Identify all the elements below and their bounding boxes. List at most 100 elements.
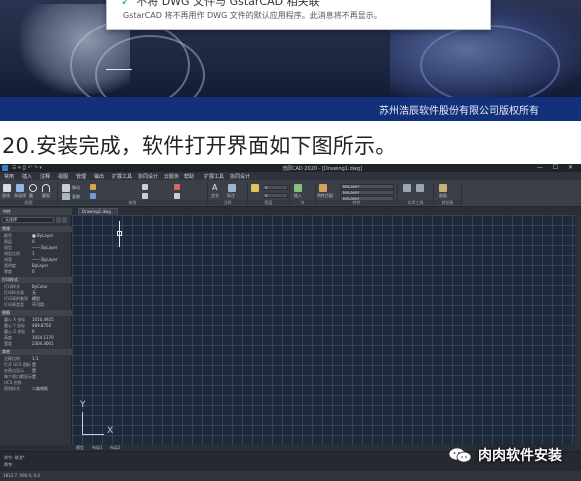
color-dropdown[interactable]: ByLayer xyxy=(340,184,394,189)
app-logo-icon[interactable] xyxy=(2,165,8,171)
menu-item[interactable]: 注释 xyxy=(40,173,50,180)
menu-item[interactable]: 扩展工具 xyxy=(204,173,224,180)
coordinate-readout: 1812.7, 990.0, 0.0 xyxy=(3,473,40,478)
paste-icon[interactable] xyxy=(439,184,447,192)
property-row[interactable]: 打开 UCS 图标是 xyxy=(0,362,72,367)
move-tool-icon[interactable] xyxy=(62,184,70,192)
rotate-tool-icon[interactable] xyxy=(90,184,96,190)
document-tab[interactable]: Drawing1.dwg xyxy=(78,208,118,215)
section-view[interactable]: 视图 xyxy=(0,310,72,316)
quick-select-icon[interactable] xyxy=(56,217,61,223)
mirror-tool-icon[interactable] xyxy=(90,193,96,199)
property-row[interactable]: 打印表附着到 模型 xyxy=(0,296,72,301)
tool-label: 特性匹配 xyxy=(317,193,333,198)
check-icon: ✓ xyxy=(121,0,131,8)
property-key: 线型 xyxy=(4,245,12,250)
property-key: 图层 xyxy=(4,239,12,244)
drawing-canvas[interactable] xyxy=(72,215,575,445)
menu-item[interactable]: 云服务 xyxy=(164,173,179,180)
dimension-tool-icon[interactable] xyxy=(228,184,236,192)
calculator-icon[interactable] xyxy=(416,184,424,192)
property-row[interactable]: 打印样式 ByColor xyxy=(0,284,72,289)
ucs-y-axis-icon xyxy=(82,412,83,434)
ribbon-group-utilities: 实用工具 xyxy=(398,182,434,205)
property-key: 线型比例 xyxy=(4,251,20,256)
menu-item[interactable]: 扩展工具 xyxy=(112,173,132,180)
vertical-scrollbar[interactable] xyxy=(575,215,581,445)
menu-item[interactable]: 插入 xyxy=(22,173,32,180)
property-row[interactable]: 视觉样式 二维线框 xyxy=(0,386,72,391)
property-value: 1010.4925 xyxy=(32,317,54,322)
property-row[interactable]: 线型 —— ByLayer xyxy=(0,245,72,250)
menu-item[interactable]: 视图 xyxy=(58,173,68,180)
quick-access-toolbar[interactable]: ☰ ▾ ⎙ ↶ ↷ ▾ xyxy=(12,165,42,171)
select-objects-icon[interactable] xyxy=(62,217,67,223)
trim-tool-icon[interactable] xyxy=(142,184,148,190)
property-key: 圆心 Y 坐标 xyxy=(4,323,25,328)
tool-label: 移动 xyxy=(72,185,80,190)
property-value: 1 xyxy=(32,251,35,256)
layer-properties-icon[interactable] xyxy=(251,184,259,192)
property-value: ■ ByLayer xyxy=(32,233,54,238)
line-tool-icon[interactable] xyxy=(3,184,11,192)
property-row[interactable]: 圆心 Y 坐标 489.8750 xyxy=(0,323,72,328)
tool-label: 圆弧 xyxy=(42,193,50,198)
property-row[interactable]: 颜色 ■ ByLayer xyxy=(0,233,72,238)
menu-item[interactable]: 管理 xyxy=(76,173,86,180)
option-not-associate[interactable]: ✓ 不将 DWG 文件与 GstarCAD 相关联 xyxy=(121,0,320,9)
property-row[interactable]: 透明度 ByLayer xyxy=(0,263,72,268)
arc-tool-icon[interactable] xyxy=(42,184,50,192)
tool-label: 圆 xyxy=(29,193,33,198)
selection-dropdown[interactable]: 无选择 xyxy=(2,217,54,223)
polyline-tool-icon[interactable] xyxy=(16,184,24,192)
circle-tool-icon[interactable] xyxy=(29,184,37,192)
property-row[interactable]: 高度 1024.1170 xyxy=(0,335,72,340)
match-properties-icon[interactable] xyxy=(319,184,327,192)
property-key: 打印表类型 xyxy=(4,302,24,307)
menu-item[interactable]: 协同设计 xyxy=(230,173,250,180)
command-prompt[interactable]: 命令: xyxy=(4,462,13,468)
property-key: 视觉样式 xyxy=(4,386,20,391)
property-row[interactable]: 线型比例 1 xyxy=(0,251,72,256)
menu-item[interactable]: 常用 xyxy=(4,173,14,180)
property-key: 打开 UCS 图标 xyxy=(4,362,31,367)
menu-item[interactable]: 帮助 xyxy=(184,173,194,180)
property-key: 打印样式 xyxy=(4,284,20,289)
property-row[interactable]: 在原点显示 是 xyxy=(0,368,72,373)
document-tab-strip: Drawing1.dwg xyxy=(72,208,581,215)
property-row[interactable]: 打印表类型 不可用 xyxy=(0,302,72,307)
property-row[interactable]: 注释比例 1:1 xyxy=(0,356,72,361)
property-value: —— ByLayer xyxy=(32,245,58,250)
explode-tool-icon[interactable] xyxy=(174,193,180,199)
property-row[interactable]: UCS 名称 xyxy=(0,380,72,385)
erase-tool-icon[interactable] xyxy=(174,184,180,190)
window-controls[interactable]: — ☐ ✕ xyxy=(537,164,577,171)
watermark-text: 肉肉软件安装 xyxy=(478,448,562,464)
property-row[interactable]: 厚度 0 xyxy=(0,269,72,274)
layer-dropdown[interactable]: 0 xyxy=(262,185,288,190)
property-row[interactable]: 线宽 —— ByLayer xyxy=(0,257,72,262)
insert-block-icon[interactable] xyxy=(294,184,302,192)
dialog-option-description: GstarCAD 将不再用作 DWG 文件的默认应用程序。此消息将不再显示。 xyxy=(123,11,382,20)
text-tool-icon[interactable]: A xyxy=(212,184,220,192)
property-value: 0 xyxy=(32,239,35,244)
section-plot-style[interactable]: 打印样式 xyxy=(0,277,72,283)
property-value: 是 xyxy=(32,374,36,379)
property-row[interactable]: 每个视口都显示是 xyxy=(0,374,72,379)
section-misc[interactable]: 其他 xyxy=(0,349,72,355)
property-row[interactable]: 宽度 2304.3001 xyxy=(0,341,72,346)
menu-item[interactable]: 协同设计 xyxy=(138,173,158,180)
property-row[interactable]: 图层 0 xyxy=(0,239,72,244)
ucs-x-label: X xyxy=(107,426,114,436)
measure-tool-icon[interactable] xyxy=(403,184,411,192)
property-value: ByColor xyxy=(32,284,48,289)
property-row[interactable]: 打印样式表 无 xyxy=(0,290,72,295)
property-row[interactable]: 圆心 X 坐标 1010.4925 xyxy=(0,317,72,322)
menu-item[interactable]: 输出 xyxy=(94,173,104,180)
section-general[interactable]: 常规 xyxy=(0,226,72,232)
property-row[interactable]: 圆心 Z 坐标 0 xyxy=(0,329,72,334)
extend-tool-icon[interactable] xyxy=(142,193,148,199)
linetype-dropdown[interactable]: ByLayer xyxy=(340,190,394,195)
layer-state-dropdown[interactable]: 0 xyxy=(262,193,288,198)
property-value: 无 xyxy=(32,290,36,295)
